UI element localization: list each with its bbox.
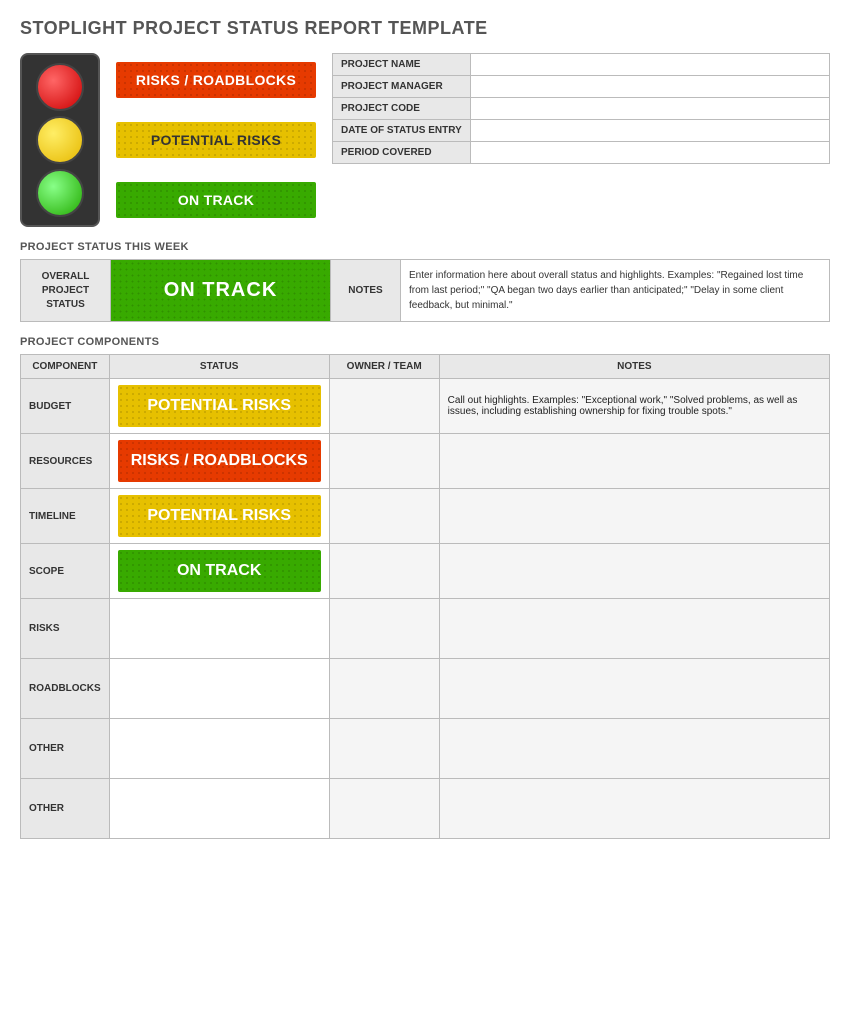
- component-status: POTENTIAL RISKS: [109, 379, 329, 434]
- table-row: OTHER: [21, 779, 830, 839]
- component-label: TIMELINE: [21, 489, 110, 544]
- stoplight-green: [36, 169, 84, 217]
- table-row: BUDGETPOTENTIAL RISKS Call out highlights…: [21, 379, 830, 434]
- component-label: SCOPE: [21, 544, 110, 599]
- component-notes[interactable]: [439, 779, 829, 839]
- components-section-label: PROJECT COMPONENTS: [20, 336, 830, 348]
- project-info-field-label: PERIOD COVERED: [333, 142, 471, 164]
- stoplight-graphic: [20, 53, 100, 227]
- component-label: OTHER: [21, 719, 110, 779]
- component-label: RESOURCES: [21, 434, 110, 489]
- table-row: ROADBLOCKS: [21, 659, 830, 719]
- component-status: [109, 779, 329, 839]
- component-owner[interactable]: [329, 379, 439, 434]
- project-info-row: DATE OF STATUS ENTRY: [333, 120, 830, 142]
- components-col-header: STATUS: [109, 355, 329, 379]
- status-cell-inner: RISKS / ROADBLOCKS: [118, 440, 321, 482]
- table-row: RISKS: [21, 599, 830, 659]
- project-info-row: PERIOD COVERED: [333, 142, 830, 164]
- project-info-field-label: PROJECT CODE: [333, 98, 471, 120]
- component-owner[interactable]: [329, 659, 439, 719]
- table-row: TIMELINEPOTENTIAL RISKS: [21, 489, 830, 544]
- project-info-row: PROJECT CODE: [333, 98, 830, 120]
- status-cell-inner: POTENTIAL RISKS: [118, 495, 321, 537]
- component-notes[interactable]: [439, 719, 829, 779]
- project-info-field-value[interactable]: [470, 120, 829, 142]
- component-label: ROADBLOCKS: [21, 659, 110, 719]
- page-title: STOPLIGHT PROJECT STATUS REPORT TEMPLATE: [20, 18, 830, 39]
- component-status: RISKS / ROADBLOCKS: [109, 434, 329, 489]
- component-label: OTHER: [21, 779, 110, 839]
- table-row: SCOPEON TRACK: [21, 544, 830, 599]
- project-info-table: PROJECT NAMEPROJECT MANAGERPROJECT CODED…: [332, 53, 830, 164]
- project-info-field-label: PROJECT MANAGER: [333, 76, 471, 98]
- components-col-header: OWNER / TEAM: [329, 355, 439, 379]
- component-label: BUDGET: [21, 379, 110, 434]
- component-notes[interactable]: [439, 489, 829, 544]
- component-owner[interactable]: [329, 544, 439, 599]
- notes-label: NOTES: [331, 260, 401, 322]
- status-cell-inner: POTENTIAL RISKS: [118, 385, 321, 427]
- component-status: [109, 719, 329, 779]
- project-info-field-label: PROJECT NAME: [333, 54, 471, 76]
- components-col-header: NOTES: [439, 355, 829, 379]
- legend-yellow: POTENTIAL RISKS: [116, 122, 316, 158]
- component-label: RISKS: [21, 599, 110, 659]
- component-notes[interactable]: [439, 659, 829, 719]
- component-owner[interactable]: [329, 599, 439, 659]
- component-notes[interactable]: [439, 544, 829, 599]
- legend-red: RISKS / ROADBLOCKS: [116, 62, 316, 98]
- project-info-row: PROJECT NAME: [333, 54, 830, 76]
- status-week-section-label: PROJECT STATUS THIS WEEK: [20, 241, 830, 253]
- component-owner[interactable]: [329, 489, 439, 544]
- component-status: [109, 599, 329, 659]
- table-row: RESOURCESRISKS / ROADBLOCKS: [21, 434, 830, 489]
- status-week-table: OVERALLPROJECTSTATUS ON TRACK NOTES Ente…: [20, 259, 830, 322]
- legend-green: ON TRACK: [116, 182, 316, 218]
- component-notes[interactable]: [439, 434, 829, 489]
- components-table: COMPONENTSTATUSOWNER / TEAMNOTES BUDGETP…: [20, 354, 830, 839]
- overall-status-value: ON TRACK: [111, 260, 331, 322]
- stoplight-red: [36, 63, 84, 111]
- project-info-field-value[interactable]: [470, 54, 829, 76]
- project-info-field-value[interactable]: [470, 98, 829, 120]
- status-week-notes: Enter information here about overall sta…: [401, 260, 830, 322]
- top-section: RISKS / ROADBLOCKS POTENTIAL RISKS ON TR…: [20, 53, 830, 227]
- component-notes[interactable]: Call out highlights. Examples: "Exceptio…: [439, 379, 829, 434]
- project-info-field-value[interactable]: [470, 142, 829, 164]
- components-col-header: COMPONENT: [21, 355, 110, 379]
- project-info-field-value[interactable]: [470, 76, 829, 98]
- legend-box: RISKS / ROADBLOCKS POTENTIAL RISKS ON TR…: [116, 53, 316, 227]
- overall-project-status-label: OVERALLPROJECTSTATUS: [21, 260, 111, 322]
- status-cell-inner: ON TRACK: [118, 550, 321, 592]
- stoplight-yellow: [36, 116, 84, 164]
- project-info-field-label: DATE OF STATUS ENTRY: [333, 120, 471, 142]
- component-notes[interactable]: [439, 599, 829, 659]
- component-owner[interactable]: [329, 434, 439, 489]
- project-info-row: PROJECT MANAGER: [333, 76, 830, 98]
- component-status: [109, 659, 329, 719]
- component-status: POTENTIAL RISKS: [109, 489, 329, 544]
- component-owner[interactable]: [329, 719, 439, 779]
- table-row: OTHER: [21, 719, 830, 779]
- component-status: ON TRACK: [109, 544, 329, 599]
- component-owner[interactable]: [329, 779, 439, 839]
